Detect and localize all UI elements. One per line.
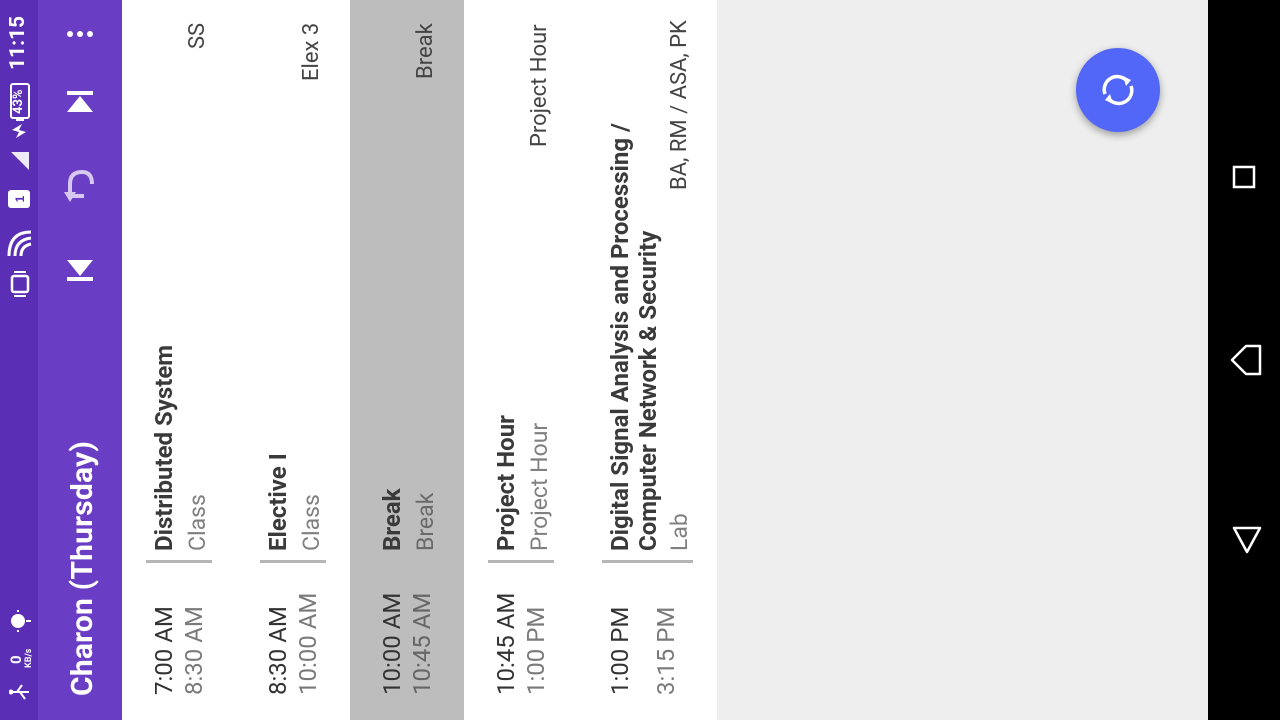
event-detail: Break — [413, 23, 438, 79]
status-time: 11:15 — [6, 15, 30, 70]
battery-percentage: 43% — [11, 89, 26, 114]
event-type: Lab — [666, 513, 693, 551]
end-time: 8:30 AM — [180, 606, 208, 695]
start-time: 10:45 AM — [492, 592, 520, 695]
event-detail: Project Hour — [527, 24, 552, 147]
end-time: 3:15 PM — [652, 606, 680, 695]
divider — [260, 560, 326, 563]
recents-button[interactable] — [1232, 165, 1260, 197]
wifi-icon — [7, 230, 33, 262]
svg-text:1: 1 — [13, 195, 27, 202]
sim-icon: 1 — [7, 188, 31, 214]
android-debug-icon — [8, 610, 32, 636]
event-detail: SS — [185, 22, 210, 49]
event-type: Project Hour — [526, 422, 553, 551]
end-time: 1:00 PM — [522, 606, 550, 695]
start-time: 1:00 PM — [606, 606, 634, 695]
divider — [146, 560, 212, 563]
navigation-bar — [1208, 0, 1280, 720]
charging-icon — [10, 122, 28, 144]
home-button[interactable] — [1230, 524, 1264, 560]
end-time: 10:45 AM — [408, 592, 436, 695]
event-detail: BA, RM / ASA, PK — [667, 20, 692, 190]
back-icon — [1230, 344, 1262, 376]
net-speed-unit: KB/s — [24, 648, 34, 668]
event-name: Project Hour — [492, 415, 520, 551]
start-time: 8:30 AM — [264, 606, 292, 695]
event-type: Class — [184, 494, 211, 551]
event-name: Distributed System — [150, 344, 178, 551]
undo-button[interactable] — [62, 166, 98, 208]
last-page-icon — [67, 260, 93, 281]
event-name: Break — [378, 488, 406, 551]
event-detail: Elex 3 — [299, 22, 324, 81]
event-name-line2: Computer Network & Security — [634, 230, 662, 551]
event-name: Elective I — [264, 453, 292, 551]
signal-icon — [9, 150, 31, 176]
vibrate-icon — [8, 270, 32, 302]
first-page-button[interactable] — [62, 88, 98, 120]
usb-icon — [8, 680, 31, 708]
last-page-button[interactable] — [62, 256, 98, 288]
sync-icon — [1102, 74, 1134, 106]
divider — [488, 560, 554, 563]
end-time: 10:00 AM — [294, 592, 322, 695]
home-icon — [1232, 526, 1262, 554]
start-time: 7:00 AM — [150, 606, 178, 695]
list-item-break[interactable] — [350, 0, 464, 720]
undo-icon — [64, 169, 94, 202]
status-bar: 11:15 43% 1 0 KB/s — [0, 0, 38, 720]
back-button[interactable] — [1230, 344, 1264, 380]
net-speed-value: 0 — [7, 655, 25, 664]
recents-icon — [1232, 165, 1256, 189]
sync-button[interactable] — [1076, 48, 1160, 132]
start-time: 10:00 AM — [378, 592, 406, 695]
more-options-button[interactable] — [66, 26, 94, 45]
event-type: Break — [412, 492, 439, 551]
divider — [602, 560, 693, 563]
event-name-line1: Digital Signal Analysis and Processing / — [606, 123, 634, 551]
page-title: Charon (Thursday) — [65, 440, 100, 696]
more-vert-icon — [67, 31, 93, 37]
first-page-icon — [67, 91, 93, 112]
event-type: Class — [298, 494, 325, 551]
